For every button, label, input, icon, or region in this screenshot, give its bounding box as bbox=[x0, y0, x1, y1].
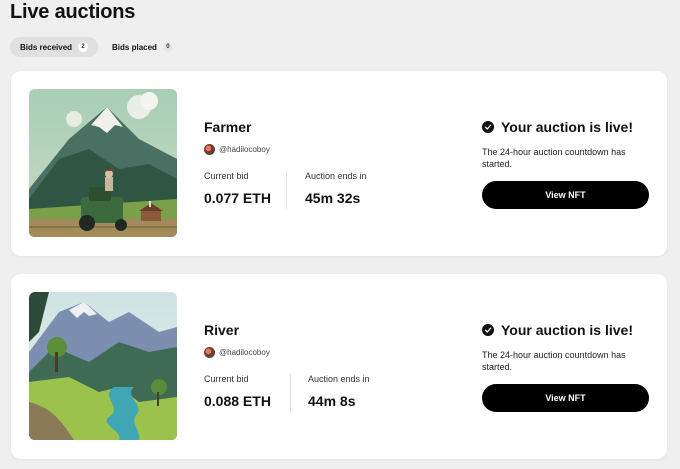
stat-divider bbox=[286, 171, 287, 209]
current-bid: Current bid 0.077 ETH bbox=[204, 171, 271, 206]
live-status: Your auction is live! bbox=[482, 119, 633, 135]
owner-handle: @hadilocoboy bbox=[219, 145, 270, 154]
live-description: The 24-hour auction countdown has starte… bbox=[482, 350, 626, 372]
nft-image-river[interactable] bbox=[29, 292, 177, 440]
auction-card-river: River @hadilocoboy Current bid 0.088 ETH… bbox=[11, 274, 667, 459]
check-circle-icon bbox=[482, 324, 494, 336]
owner-handle: @hadilocoboy bbox=[219, 348, 270, 357]
tab-label: Bids received bbox=[20, 42, 73, 52]
view-nft-button[interactable]: View NFT bbox=[482, 181, 649, 209]
auction-card-farmer: Farmer @hadilocoboy Current bid 0.077 ET… bbox=[11, 71, 667, 256]
current-bid-value: 0.088 ETH bbox=[204, 393, 271, 409]
tab-label: Bids placed bbox=[112, 42, 157, 52]
avatar bbox=[204, 347, 215, 358]
tab-count-badge: 2 bbox=[78, 42, 89, 52]
owner-link[interactable]: @hadilocoboy bbox=[204, 347, 270, 358]
auction-ends-label: Auction ends in bbox=[305, 171, 367, 181]
nft-image-farmer[interactable] bbox=[29, 89, 177, 237]
page-title: Live auctions bbox=[10, 1, 136, 23]
auction-ends-label: Auction ends in bbox=[308, 374, 370, 384]
auction-tabs: Bids received 2 Bids placed 0 bbox=[10, 37, 183, 57]
auction-timer: Auction ends in 45m 32s bbox=[305, 171, 367, 206]
live-title: Your auction is live! bbox=[501, 119, 633, 135]
tab-bids-received[interactable]: Bids received 2 bbox=[10, 37, 99, 57]
tab-bids-placed[interactable]: Bids placed 0 bbox=[102, 37, 183, 57]
check-circle-icon bbox=[482, 121, 494, 133]
current-bid-value: 0.077 ETH bbox=[204, 190, 271, 206]
auction-ends-value: 45m 32s bbox=[305, 190, 361, 206]
river-artwork bbox=[29, 292, 177, 440]
avatar bbox=[204, 144, 215, 155]
live-title: Your auction is live! bbox=[501, 322, 633, 338]
live-status: Your auction is live! bbox=[482, 322, 633, 338]
auction-timer: Auction ends in 44m 8s bbox=[308, 374, 370, 409]
stat-divider bbox=[290, 374, 291, 412]
nft-name[interactable]: Farmer bbox=[204, 119, 251, 135]
current-bid-label: Current bid bbox=[204, 171, 249, 181]
view-nft-button[interactable]: View NFT bbox=[482, 384, 649, 412]
live-description: The 24-hour auction countdown has starte… bbox=[482, 147, 626, 169]
farmer-artwork bbox=[29, 89, 177, 237]
auction-ends-value: 44m 8s bbox=[308, 393, 356, 409]
current-bid-label: Current bid bbox=[204, 374, 249, 384]
tab-count-badge: 0 bbox=[162, 42, 173, 52]
owner-link[interactable]: @hadilocoboy bbox=[204, 144, 270, 155]
current-bid: Current bid 0.088 ETH bbox=[204, 374, 271, 409]
nft-name[interactable]: River bbox=[204, 322, 239, 338]
